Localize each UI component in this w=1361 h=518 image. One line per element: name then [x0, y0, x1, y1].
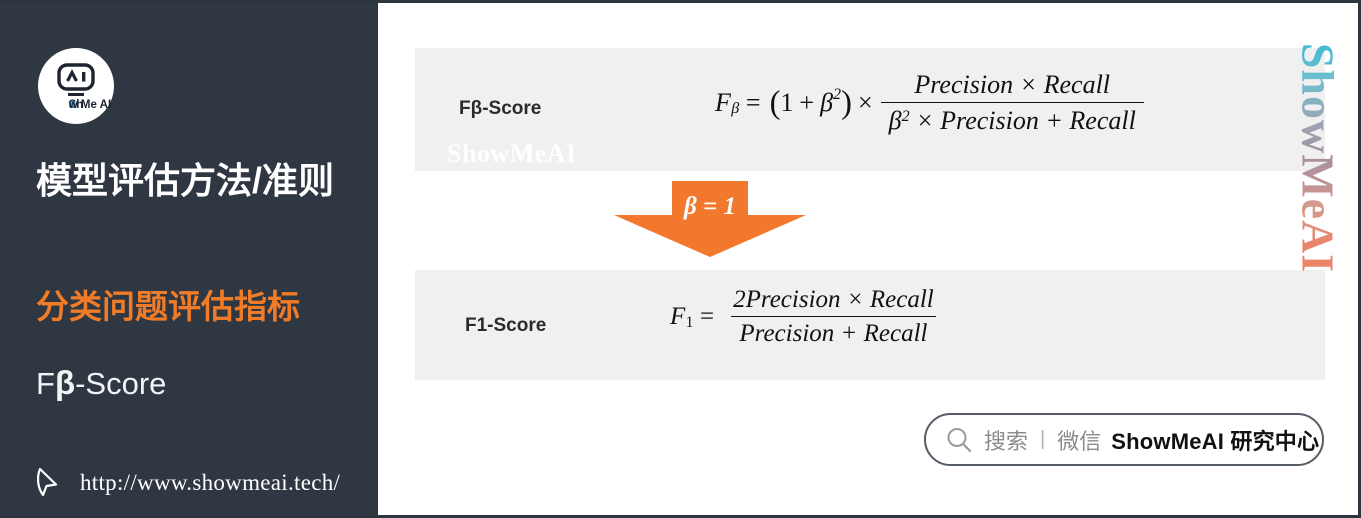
search-brand: ShowMeAI 研究中心 — [1111, 428, 1320, 454]
beta-equals-one-arrow: β = 1 — [614, 181, 806, 257]
f1-label: F1-Score — [465, 315, 547, 336]
sidebar-url-row[interactable]: http://www.showmeai.tech/ — [34, 465, 340, 501]
panel-watermark: ShowMeAI — [447, 139, 577, 168]
fbeta-beta: β — [820, 88, 834, 117]
fbeta-label: Fβ-Score — [459, 98, 542, 119]
fbeta-formula: Fβ = ( 1 + β2 ) × Precision × Recall β2 … — [715, 70, 1146, 136]
sidebar-topic-suffix: -Score — [75, 366, 167, 401]
fbeta-plus: + — [799, 88, 815, 117]
fbeta-den-beta-exp: 2 — [901, 107, 910, 125]
sidebar-subtitle: 分类问题评估指标 — [36, 288, 300, 325]
fbeta-one: 1 — [780, 88, 794, 117]
down-arrow-icon — [614, 181, 806, 257]
slide-root: Sh w Me AI 模型评估方法/准则 分类问题评估指标 Fβ-Score h… — [0, 0, 1361, 518]
fbeta-beta-exp: 2 — [833, 85, 842, 103]
fbeta-numerator: Precision × Recall — [914, 70, 1111, 99]
svg-text:w Me AI: w Me AI — [68, 99, 111, 111]
fbeta-equals: = — [745, 88, 761, 117]
fbeta-lhs-var: F — [715, 88, 731, 117]
main-content: Fβ-Score Fβ = ( 1 + β2 ) × Precision × R… — [378, 3, 1358, 515]
f1-numerator: 2Precision × Recall — [733, 286, 934, 313]
f1-equals: = — [700, 303, 715, 330]
f1-denominator: Precision + Recall — [731, 316, 936, 348]
sidebar-url-text: http://www.showmeai.tech/ — [80, 470, 341, 495]
brand-logo: Sh w Me AI — [38, 48, 114, 124]
sidebar-topic-prefix: F — [36, 366, 55, 401]
vertical-brand-watermark: ShowMeAI — [1293, 33, 1344, 283]
f1-panel: F1-Score F1 = 2Precision × Recall Precis… — [415, 270, 1325, 380]
search-channel: 微信 — [1057, 428, 1102, 454]
fbeta-open-paren: ( — [769, 84, 781, 121]
cursor-pointer-icon — [36, 467, 58, 497]
logo-circle: Sh w Me AI — [38, 48, 114, 124]
f1-fraction: 2Precision × Recall Precision + Recall — [725, 286, 942, 348]
showmeai-robot-logo-icon: Sh w Me AI — [57, 63, 111, 111]
fbeta-lhs-sub: β — [731, 100, 740, 118]
search-magnifier-icon — [947, 427, 972, 452]
sidebar: Sh w Me AI 模型评估方法/准则 分类问题评估指标 Fβ-Score h… — [0, 3, 378, 515]
fbeta-fraction: Precision × Recall β2 × Precision + Reca… — [880, 70, 1144, 136]
sidebar-topic: Fβ-Score — [36, 364, 167, 401]
sidebar-title: 模型评估方法/准则 — [36, 160, 335, 201]
fbeta-denominator: β2 × Precision + Recall — [880, 102, 1144, 136]
fbeta-times: × — [857, 88, 873, 117]
f1-lhs-sub: 1 — [685, 313, 694, 331]
wechat-search-pill[interactable]: 搜索 | 微信 ShowMeAI 研究中心 — [924, 413, 1324, 466]
fbeta-den-beta: β — [888, 106, 902, 135]
fbeta-close-paren: ) — [841, 84, 852, 121]
fbeta-panel: Fβ-Score Fβ = ( 1 + β2 ) × Precision × R… — [415, 48, 1325, 171]
vertical-brand-text: ShowMeAI — [1292, 42, 1344, 274]
search-divider: | — [1040, 428, 1046, 450]
search-placeholder: 搜索 — [984, 428, 1029, 454]
f1-lhs-var: F — [670, 303, 686, 330]
fbeta-den-rest: × Precision + Recall — [916, 106, 1136, 135]
sidebar-topic-beta: β — [54, 364, 76, 401]
f1-formula: F1 = 2Precision × Recall Precision + Rec… — [670, 286, 944, 348]
